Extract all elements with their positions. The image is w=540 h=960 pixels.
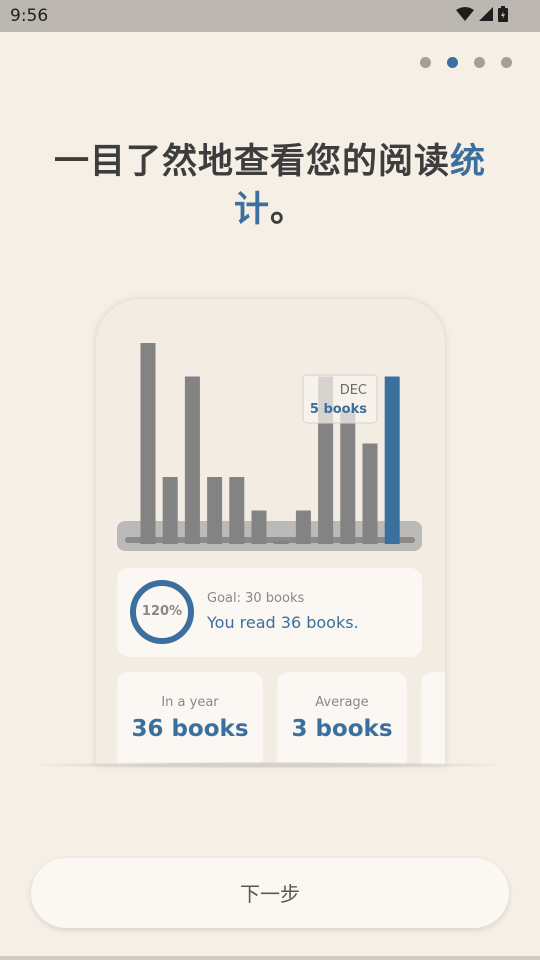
page-dot xyxy=(474,57,485,68)
stat-card-average: Average 3 books xyxy=(277,672,407,765)
page-title: 一目了然地查看您的阅读统计。 xyxy=(40,138,500,234)
goal-percent: 120% xyxy=(141,604,183,619)
page-dot xyxy=(420,57,431,68)
goal-card: 120% Goal: 30 books You read 36 books. xyxy=(117,568,422,657)
chart-bar xyxy=(184,376,200,544)
stat-card-partial xyxy=(421,672,445,765)
status-bar: 9:56 xyxy=(0,0,540,32)
next-button[interactable]: 下一步 xyxy=(31,858,509,928)
goal-read-text: You read 36 books. xyxy=(207,613,359,632)
reading-bar-chart: DEC 5 books xyxy=(117,343,422,551)
chart-bar xyxy=(340,410,356,544)
stat-label: Average xyxy=(315,695,369,710)
chart-bar xyxy=(251,510,267,544)
phone-base-shadow xyxy=(40,762,496,768)
chart-bar xyxy=(384,376,400,544)
chart-bar xyxy=(207,477,223,544)
title-suffix: 。 xyxy=(270,190,307,230)
stat-label: In a year xyxy=(161,695,219,710)
navigation-bar xyxy=(0,956,540,960)
chart-bar xyxy=(162,477,178,544)
chart-bar xyxy=(229,477,245,544)
chart-bar xyxy=(295,510,311,544)
chart-bar xyxy=(273,541,289,544)
tooltip-month: DEC xyxy=(340,383,367,398)
status-icons xyxy=(456,6,508,22)
phone-mockup: DEC 5 books 120% Goal: 30 books You read … xyxy=(96,299,445,765)
page-dot xyxy=(447,57,458,68)
status-time: 9:56 xyxy=(10,6,49,26)
page-indicator xyxy=(420,57,512,68)
title-text: 一目了然地查看您的阅读 xyxy=(53,142,450,182)
chart-bar xyxy=(362,443,378,544)
stat-value: 3 books xyxy=(291,716,393,742)
wifi-icon xyxy=(456,7,474,21)
chart-bar xyxy=(140,343,156,544)
cell-signal-icon xyxy=(479,7,493,21)
battery-icon xyxy=(498,6,508,22)
tooltip-value: 5 books xyxy=(310,402,367,417)
stat-value: 36 books xyxy=(131,716,249,742)
stat-card-year: In a year 36 books xyxy=(117,672,263,765)
page-dot xyxy=(501,57,512,68)
goal-text: Goal: 30 books xyxy=(207,591,305,606)
